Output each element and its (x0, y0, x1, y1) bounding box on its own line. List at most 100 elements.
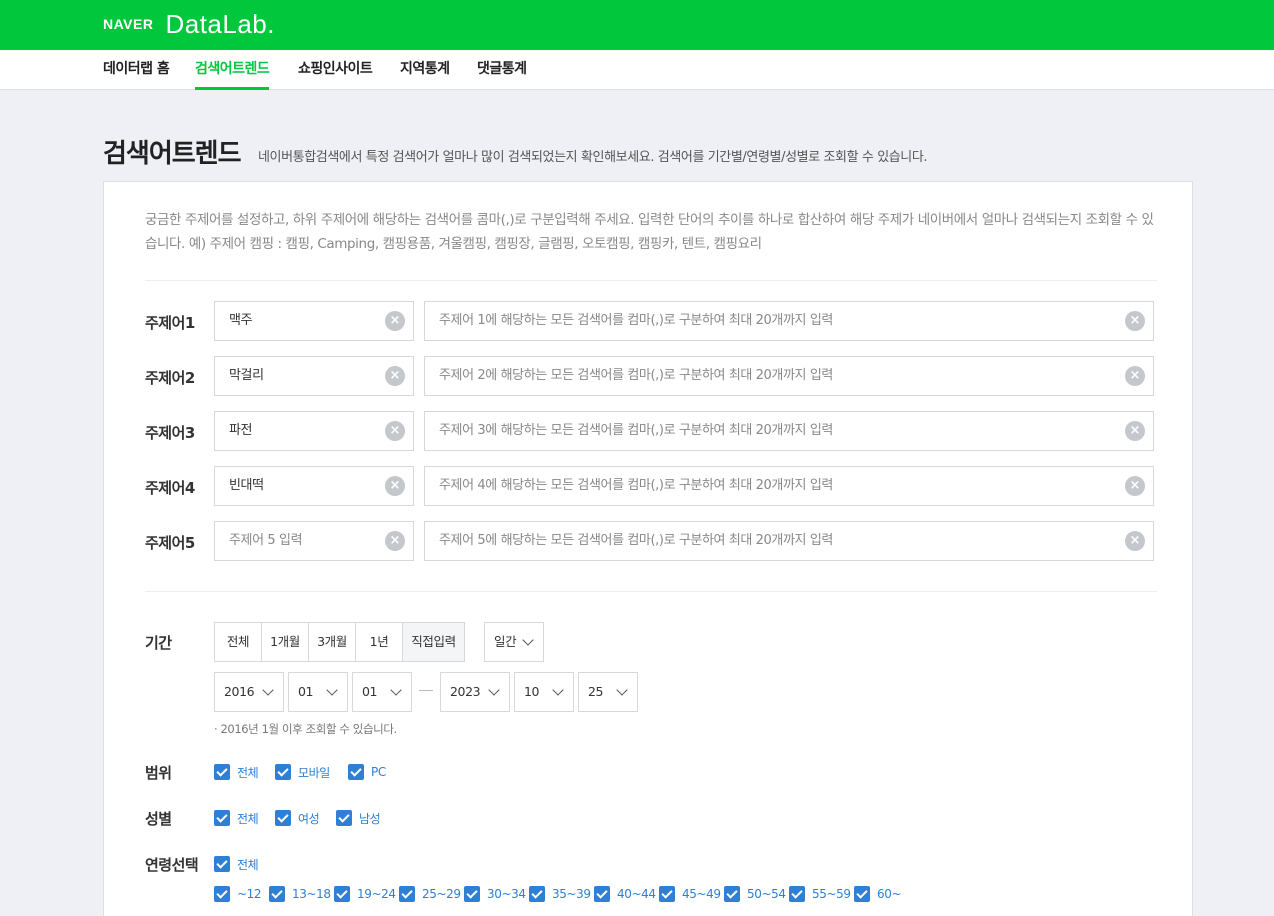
end-year-select[interactable]: 2023 (440, 672, 510, 712)
topic-4-keywords-input[interactable]: 주제어 4에 해당하는 모든 검색어를 컴마(,)로 구분하여 최대 20개까지… (424, 466, 1154, 506)
age-under12-checkbox[interactable]: ~12 (214, 886, 262, 902)
period-all-button[interactable]: 전체 (215, 623, 262, 661)
age-40-44-checkbox[interactable]: 40~44 (594, 886, 656, 902)
clear-icon[interactable]: × (385, 421, 405, 441)
checkbox-label: 40~44 (617, 887, 656, 901)
clear-icon[interactable]: × (1125, 366, 1145, 386)
checkmark-icon (854, 886, 870, 902)
checkbox-label: 60~ (877, 887, 902, 901)
page-title: 검색어트렌드 (103, 139, 242, 169)
gender-male-checkbox[interactable]: 남성 (336, 810, 381, 826)
topic-2-value: 막걸리 (229, 368, 264, 383)
topic-3-input[interactable]: 파전 × (214, 411, 414, 451)
topic-4-keywords-placeholder: 주제어 4에 해당하는 모든 검색어를 컴마(,)로 구분하여 최대 20개까지… (439, 478, 833, 493)
chevron-down-icon (488, 684, 500, 696)
clear-icon[interactable]: × (1125, 311, 1145, 331)
time-unit-select[interactable]: 일간 (484, 622, 544, 662)
end-month-select[interactable]: 10 (514, 672, 574, 712)
topic-5-label: 주제어5 (145, 534, 195, 552)
clear-icon[interactable]: × (385, 366, 405, 386)
checkmark-icon (529, 886, 545, 902)
clear-icon[interactable]: × (385, 311, 405, 331)
page-description: 네이버통합검색에서 특정 검색어가 얼마나 많이 검색되었는지 확인해보세요. … (258, 150, 928, 165)
nav-search-trend[interactable]: 검색어트렌드 (195, 50, 270, 90)
topic-5-input[interactable]: 주제어 5 입력 × (214, 521, 414, 561)
period-3month-button[interactable]: 3개월 (309, 623, 356, 661)
scope-all-checkbox[interactable]: 전체 (214, 764, 259, 780)
clear-icon[interactable]: × (1125, 531, 1145, 551)
checkbox-label: 전체 (237, 811, 259, 826)
clear-icon[interactable]: × (1125, 476, 1145, 496)
datalab-logo[interactable]: NAVER DataLab. (103, 8, 275, 40)
nav-shopping-insight[interactable]: 쇼핑인사이트 (298, 50, 373, 90)
checkmark-icon (214, 764, 230, 780)
age-45-49-checkbox[interactable]: 45~49 (659, 886, 721, 902)
scope-pc-checkbox[interactable]: PC (348, 764, 386, 780)
topic-3-value: 파전 (229, 423, 253, 438)
age-all-checkbox[interactable]: 전체 (214, 856, 259, 872)
checkmark-icon (269, 886, 285, 902)
checkbox-label: 25~29 (422, 887, 461, 901)
chevron-down-icon (616, 684, 628, 696)
scope-mobile-checkbox[interactable]: 모바일 (275, 764, 330, 780)
start-month-value: 01 (298, 684, 314, 699)
nav-comment-stats[interactable]: 댓글통계 (477, 50, 527, 90)
topic-1-label: 주제어1 (145, 314, 195, 332)
topic-2-input[interactable]: 막걸리 × (214, 356, 414, 396)
checkbox-label: 19~24 (357, 887, 396, 901)
checkbox-label: 50~54 (747, 887, 786, 901)
checkbox-label: 모바일 (298, 765, 330, 780)
topic-4-input[interactable]: 빈대떡 × (214, 466, 414, 506)
checkmark-icon (464, 886, 480, 902)
nav-region-stats[interactable]: 지역통계 (400, 50, 450, 90)
age-13-18-checkbox[interactable]: 13~18 (269, 886, 331, 902)
start-day-select[interactable]: 01 (352, 672, 412, 712)
clear-icon[interactable]: × (385, 531, 405, 551)
topic-2-keywords-placeholder: 주제어 2에 해당하는 모든 검색어를 컴마(,)로 구분하여 최대 20개까지… (439, 368, 833, 383)
topic-1-keywords-input[interactable]: 주제어 1에 해당하는 모든 검색어를 컴마(,)로 구분하여 최대 20개까지… (424, 301, 1154, 341)
checkbox-label: 여성 (298, 811, 320, 826)
checkmark-icon (659, 886, 675, 902)
age-60plus-checkbox[interactable]: 60~ (854, 886, 902, 902)
gender-all-checkbox[interactable]: 전체 (214, 810, 259, 826)
gender-female-checkbox[interactable]: 여성 (275, 810, 320, 826)
age-35-39-checkbox[interactable]: 35~39 (529, 886, 591, 902)
chevron-down-icon (522, 634, 534, 646)
clear-icon[interactable]: × (1125, 421, 1145, 441)
checkmark-icon (214, 856, 230, 872)
start-year-select[interactable]: 2016 (214, 672, 284, 712)
period-1month-button[interactable]: 1개월 (262, 623, 309, 661)
period-segmented-control: 전체 1개월 3개월 1년 직접입력 (214, 622, 465, 662)
main-nav: 데이터랩 홈 검색어트렌드 쇼핑인사이트 지역통계 댓글통계 (0, 50, 1274, 90)
checkmark-icon (275, 764, 291, 780)
topic-3-keywords-input[interactable]: 주제어 3에 해당하는 모든 검색어를 컴마(,)로 구분하여 최대 20개까지… (424, 411, 1154, 451)
checkmark-icon (594, 886, 610, 902)
period-1year-button[interactable]: 1년 (356, 623, 403, 661)
topic-2-label: 주제어2 (145, 369, 195, 387)
end-day-value: 25 (588, 684, 604, 699)
age-50-54-checkbox[interactable]: 50~54 (724, 886, 786, 902)
age-55-59-checkbox[interactable]: 55~59 (789, 886, 851, 902)
time-unit-value: 일간 (494, 634, 517, 649)
clear-icon[interactable]: × (385, 476, 405, 496)
period-note: · 2016년 1월 이후 조회할 수 있습니다. (214, 722, 397, 736)
end-day-select[interactable]: 25 (578, 672, 638, 712)
age-30-34-checkbox[interactable]: 30~34 (464, 886, 526, 902)
checkbox-label: 남성 (359, 811, 381, 826)
checkmark-icon (336, 810, 352, 826)
topic-5-keywords-input[interactable]: 주제어 5에 해당하는 모든 검색어를 컴마(,)로 구분하여 최대 20개까지… (424, 521, 1154, 561)
topic-5-placeholder: 주제어 5 입력 (229, 533, 303, 548)
nav-datalab-home[interactable]: 데이터랩 홈 (103, 50, 170, 90)
checkbox-label: 55~59 (812, 887, 851, 901)
start-month-select[interactable]: 01 (288, 672, 348, 712)
age-19-24-checkbox[interactable]: 19~24 (334, 886, 396, 902)
topic-3-label: 주제어3 (145, 424, 195, 442)
checkmark-icon (214, 810, 230, 826)
checkmark-icon (214, 886, 230, 902)
topic-1-input[interactable]: 맥주 × (214, 301, 414, 341)
naver-brand: NAVER (103, 16, 154, 32)
checkbox-label: 전체 (237, 765, 259, 780)
age-25-29-checkbox[interactable]: 25~29 (399, 886, 461, 902)
topic-2-keywords-input[interactable]: 주제어 2에 해당하는 모든 검색어를 컴마(,)로 구분하여 최대 20개까지… (424, 356, 1154, 396)
period-custom-button[interactable]: 직접입력 (403, 623, 464, 661)
